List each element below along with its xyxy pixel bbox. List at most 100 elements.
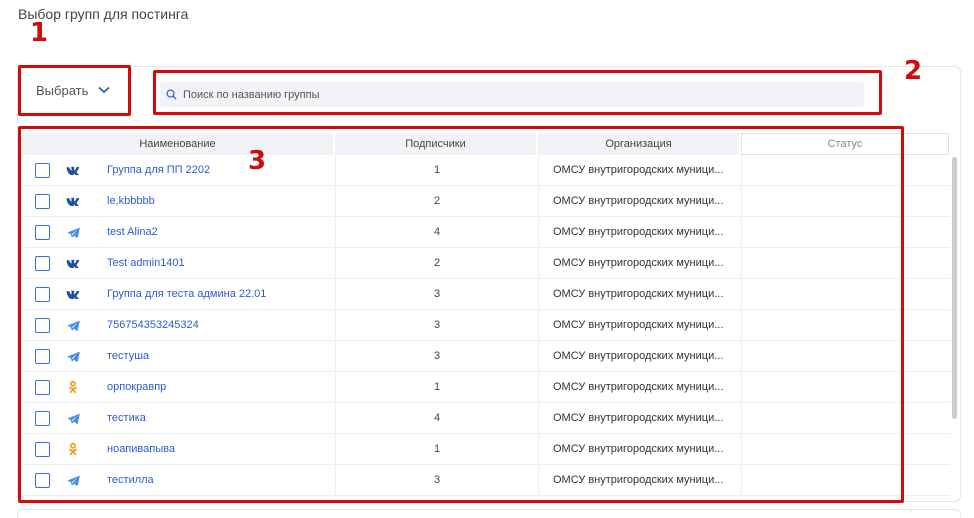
- cell-subscribers: 2: [335, 186, 538, 216]
- cell-organization: ОМСУ внутригородских муници...: [538, 186, 741, 216]
- cell-name: Test admin1401: [22, 248, 335, 278]
- row-checkbox[interactable]: [35, 317, 50, 333]
- search-input[interactable]: [183, 88, 864, 101]
- cell-organization: ОМСУ внутригородских муници...: [538, 279, 741, 309]
- group-name-link[interactable]: Группа для ПП 2202: [107, 164, 210, 176]
- select-dropdown-button[interactable]: Выбрать: [24, 75, 124, 105]
- telegram-icon: [66, 473, 80, 487]
- row-checkbox[interactable]: [35, 441, 50, 457]
- telegram-icon: [66, 349, 80, 363]
- search-field[interactable]: [160, 82, 864, 107]
- telegram-icon: [66, 318, 80, 332]
- cell-name: test Alina2: [22, 217, 335, 247]
- table-row[interactable]: Test admin1401 2 ОМСУ внутригородских муни…: [22, 248, 950, 279]
- cell-organization: ОМСУ внутригородских муници...: [538, 217, 741, 247]
- annotation-number-2: 2: [904, 56, 923, 86]
- row-checkbox[interactable]: [35, 255, 50, 271]
- cell-name: ноапивапыва: [22, 434, 335, 464]
- cell-subscribers: 4: [335, 217, 538, 247]
- telegram-icon: [66, 225, 80, 239]
- cell-name: тестилла: [22, 465, 335, 495]
- table-header: Наименование Подписчики Организация Стат…: [22, 133, 950, 155]
- row-checkbox[interactable]: [35, 348, 50, 364]
- table-row[interactable]: тестуша 3 ОМСУ внутригородских муници...: [22, 341, 950, 372]
- cell-status: [741, 279, 949, 309]
- table-row[interactable]: test Alina2 4 ОМСУ внутригородских муници.…: [22, 217, 950, 248]
- cell-name: тестика: [22, 403, 335, 433]
- odnoklassniki-icon: [66, 380, 80, 394]
- cell-status: [741, 465, 949, 495]
- cell-organization: ОМСУ внутригородских муници...: [538, 155, 741, 185]
- group-name-link[interactable]: 756754353245324: [107, 319, 199, 331]
- table-row[interactable]: Группа для теста админа 22.01 3 ОМСУ внутр…: [22, 279, 950, 310]
- column-header-subscribers[interactable]: Подписчики: [335, 133, 538, 155]
- row-checkbox[interactable]: [35, 410, 50, 426]
- group-name-link[interactable]: тестика: [107, 412, 146, 424]
- column-header-organization[interactable]: Организация: [538, 133, 741, 155]
- cell-status: [741, 217, 949, 247]
- cell-name: le,kbbbbb: [22, 186, 335, 216]
- cell-name: орпокравпр: [22, 372, 335, 402]
- group-name-link[interactable]: test Alina2: [107, 226, 158, 238]
- table-scrollbar[interactable]: [952, 157, 957, 419]
- cell-subscribers: 3: [335, 279, 538, 309]
- row-checkbox[interactable]: [35, 224, 50, 240]
- row-checkbox[interactable]: [35, 379, 50, 395]
- cell-subscribers: 3: [335, 310, 538, 340]
- annotation-number-1: 1: [30, 18, 49, 48]
- cell-subscribers: 3: [335, 465, 538, 495]
- group-name-link[interactable]: Группа для теста админа 22.01: [107, 288, 266, 300]
- table-row[interactable]: тестика 4 ОМСУ внутригородских муници...: [22, 403, 950, 434]
- cell-organization: ОМСУ внутригородских муници...: [538, 248, 741, 278]
- cell-organization: ОМСУ внутригородских муници...: [538, 434, 741, 464]
- row-checkbox[interactable]: [35, 162, 50, 178]
- cell-status: [741, 186, 949, 216]
- cell-name: Группа для ПП 2202: [22, 155, 335, 185]
- cell-subscribers: 1: [335, 155, 538, 185]
- vk-icon: [66, 256, 80, 270]
- column-header-status[interactable]: Статус: [741, 133, 949, 155]
- cell-name: тестуша: [22, 341, 335, 371]
- table-row[interactable]: орпокравпр 1 ОМСУ внутригородских муници..…: [22, 372, 950, 403]
- cell-status: [741, 248, 949, 278]
- cell-subscribers: 3: [335, 341, 538, 371]
- group-name-link[interactable]: ноапивапыва: [107, 443, 175, 455]
- groups-table: Наименование Подписчики Организация Стат…: [22, 133, 950, 496]
- telegram-icon: [66, 411, 80, 425]
- table-body: Группа для ПП 2202 1 ОМСУ внутригородских …: [22, 155, 950, 496]
- cell-name: Группа для теста админа 22.01: [22, 279, 335, 309]
- search-icon: [166, 89, 177, 100]
- cell-status: [741, 310, 949, 340]
- cell-organization: ОМСУ внутригородских муници...: [538, 372, 741, 402]
- chevron-down-icon: [98, 86, 110, 94]
- odnoklassniki-icon: [66, 442, 80, 456]
- group-name-link[interactable]: орпокравпр: [107, 381, 166, 393]
- annotation-number-3: 3: [248, 146, 267, 176]
- row-checkbox[interactable]: [35, 193, 50, 209]
- cell-status: [741, 372, 949, 402]
- cell-subscribers: 4: [335, 403, 538, 433]
- group-name-link[interactable]: тестилла: [107, 474, 154, 486]
- table-row[interactable]: 756754353245324 3 ОМСУ внутригородских мун…: [22, 310, 950, 341]
- group-name-link[interactable]: тестуша: [107, 350, 149, 362]
- table-row[interactable]: Группа для ПП 2202 1 ОМСУ внутригородских …: [22, 155, 950, 186]
- cell-organization: ОМСУ внутригородских муници...: [538, 341, 741, 371]
- group-name-link[interactable]: Test admin1401: [107, 257, 185, 269]
- cell-status: [741, 155, 949, 185]
- cell-status: [741, 434, 949, 464]
- row-checkbox[interactable]: [35, 286, 50, 302]
- vk-icon: [66, 194, 80, 208]
- table-row[interactable]: le,kbbbbb 2 ОМСУ внутригородских муници...: [22, 186, 950, 217]
- table-row[interactable]: тестилла 3 ОМСУ внутригородских муници...: [22, 465, 950, 496]
- cell-organization: ОМСУ внутригородских муници...: [538, 403, 741, 433]
- vk-icon: [66, 287, 80, 301]
- cell-subscribers: 2: [335, 248, 538, 278]
- cell-status: [741, 341, 949, 371]
- bottom-panel: [17, 509, 961, 518]
- column-header-name[interactable]: Наименование: [22, 133, 335, 155]
- row-checkbox[interactable]: [35, 472, 50, 488]
- cell-subscribers: 1: [335, 372, 538, 402]
- select-label: Выбрать: [36, 82, 89, 98]
- group-name-link[interactable]: le,kbbbbb: [107, 195, 155, 207]
- table-row[interactable]: ноапивапыва 1 ОМСУ внутригородских муници.…: [22, 434, 950, 465]
